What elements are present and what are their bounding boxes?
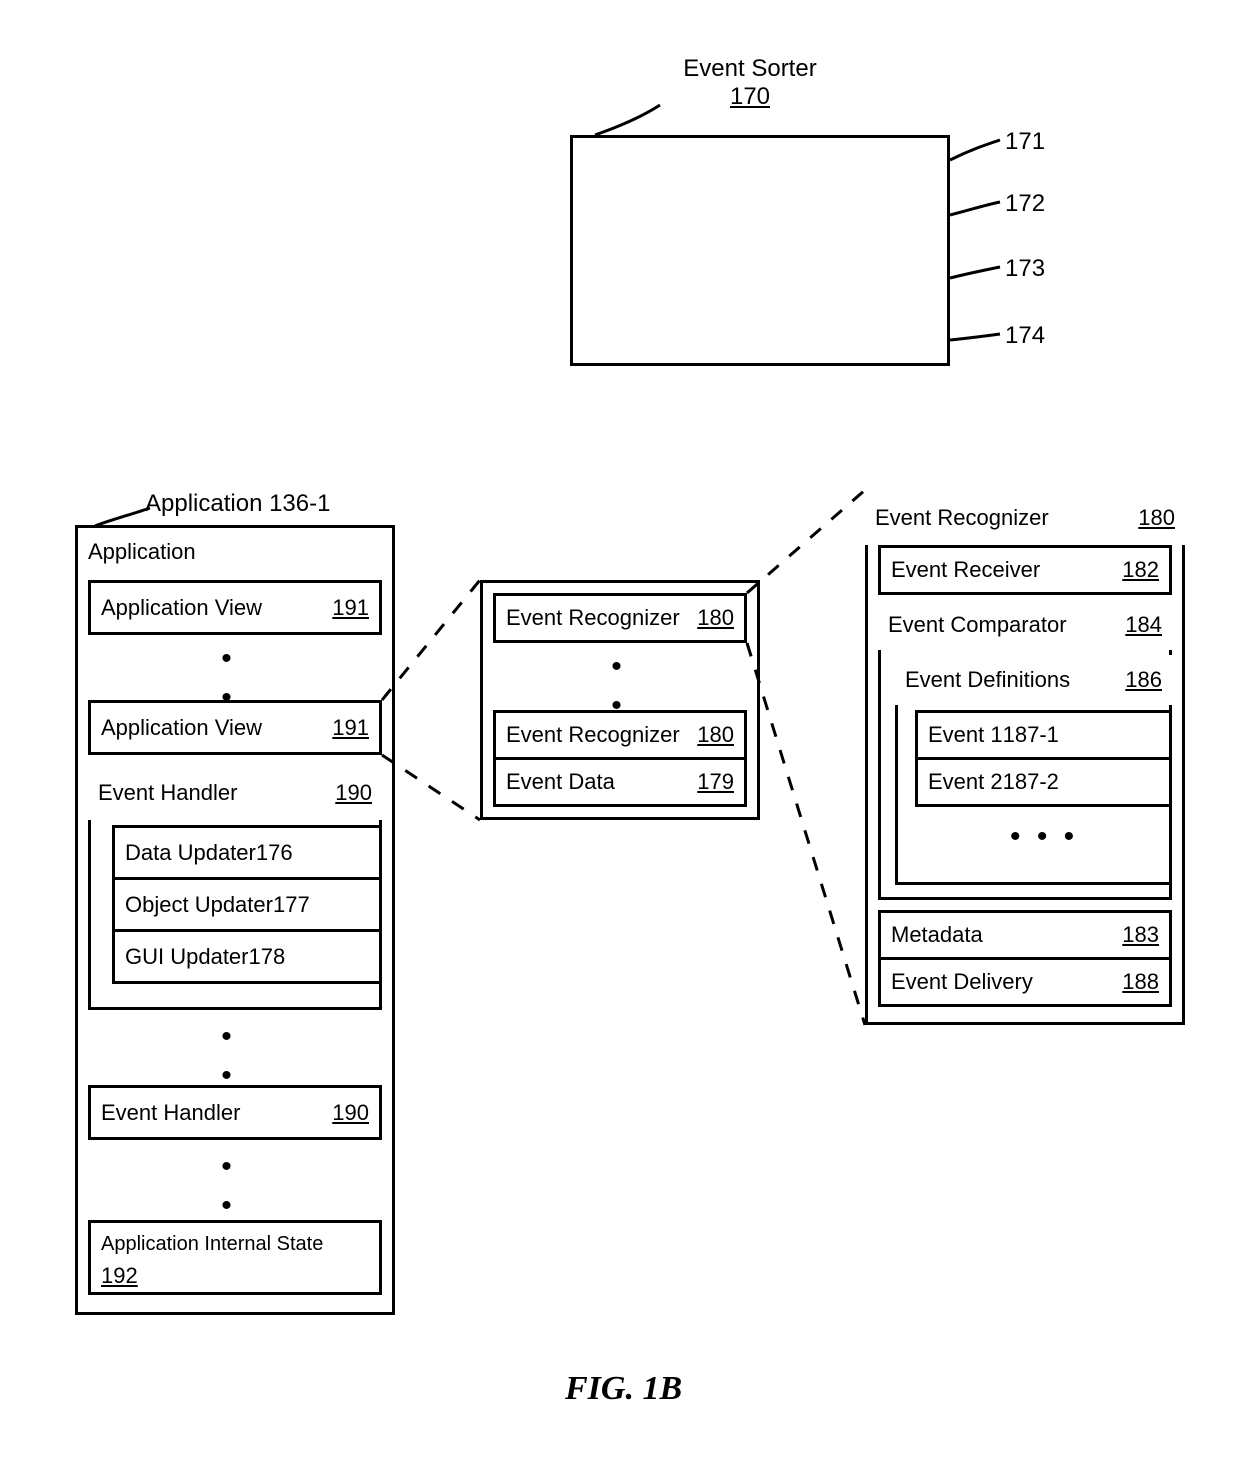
- mid-er2-label: Event Recognizer: [506, 722, 689, 748]
- mid-ed-label: Event Data: [506, 769, 689, 795]
- right-event1: Event 1 187-1: [915, 710, 1172, 760]
- right-ed-ref: 186: [1125, 667, 1162, 693]
- right-event2: Event 2 187-2: [915, 757, 1172, 807]
- event-handler-2: Event Handler 190: [88, 1085, 382, 1140]
- right-event-comparator-header: Event Comparator 184: [878, 600, 1172, 650]
- right-event-delivery-ref: 188: [1122, 969, 1159, 995]
- right-dots: • • •: [1010, 820, 1078, 854]
- right-header-ref: 180: [1138, 505, 1175, 531]
- event-handler-header: Event Handler 190: [88, 765, 382, 820]
- event-sorter-ref: 170: [730, 83, 770, 110]
- event-sorter-title-text: Event Sorter: [683, 55, 816, 82]
- mid-er1-ref: 180: [697, 605, 734, 631]
- app-view-1: Application View 191: [88, 580, 382, 635]
- app-view-2: Application View 191: [88, 700, 382, 755]
- mid-er2-ref: 180: [697, 722, 734, 748]
- application-header: Application: [88, 539, 382, 565]
- gui-updater-row: GUI Updater 178: [112, 929, 382, 984]
- right-er-label: Event Receiver: [891, 557, 1114, 583]
- app-internal-state: Application Internal State 192: [88, 1220, 382, 1295]
- data-updater-row: Data Updater 176: [112, 825, 382, 880]
- right-ec-label: Event Comparator: [888, 612, 1117, 638]
- event-handler-ref: 190: [335, 780, 372, 806]
- data-updater-label: Data Updater: [125, 840, 256, 866]
- right-ed-label: Event Definitions: [905, 667, 1117, 693]
- event-handler-2-ref: 190: [332, 1100, 369, 1126]
- right-ec-ref: 184: [1125, 612, 1162, 638]
- right-header: Event Recognizer 180: [865, 490, 1185, 545]
- event-sorter-outer: [570, 135, 950, 366]
- mid-ed-ref: 179: [697, 769, 734, 795]
- right-er-ref: 182: [1122, 557, 1159, 583]
- application-header-row: Application: [75, 525, 395, 575]
- app-internal-state-ref: 192: [101, 1264, 138, 1288]
- right-metadata: Metadata 183: [878, 910, 1172, 960]
- callout-173: 173: [1005, 255, 1045, 283]
- right-event2-ref: 187-2: [1003, 769, 1059, 795]
- gui-updater-label: GUI Updater: [125, 944, 249, 970]
- right-header-label: Event Recognizer: [875, 505, 1130, 531]
- mid-er1-label: Event Recognizer: [506, 605, 689, 631]
- callout-171: 171: [1005, 128, 1045, 156]
- app-internal-state-label: Application Internal State: [101, 1233, 369, 1255]
- mid-event-data: Event Data 179: [493, 757, 747, 807]
- diagram-canvas: Event Sorter 170 Event Monitor Hit View …: [0, 0, 1240, 1469]
- right-event-definitions-header: Event Definitions 186: [895, 655, 1172, 705]
- gui-updater-ref: 178: [249, 944, 286, 970]
- event-handler-2-label: Event Handler: [101, 1100, 324, 1126]
- figure-label: FIG. 1B: [565, 1370, 682, 1408]
- object-updater-label: Object Updater: [125, 892, 273, 918]
- app-view-1-label: Application View: [101, 595, 324, 621]
- right-event2-label: Event 2: [928, 769, 1003, 795]
- right-event-delivery-label: Event Delivery: [891, 969, 1114, 995]
- data-updater-ref: 176: [256, 840, 293, 866]
- right-metadata-label: Metadata: [891, 922, 1114, 948]
- mid-event-recognizer-2: Event Recognizer 180: [493, 710, 747, 760]
- callout-172: 172: [1005, 190, 1045, 218]
- right-event1-label: Event 1: [928, 722, 1003, 748]
- right-metadata-ref: 183: [1122, 922, 1159, 948]
- callout-174: 174: [1005, 322, 1045, 350]
- app-view-2-label: Application View: [101, 715, 324, 741]
- right-event-receiver: Event Receiver 182: [878, 545, 1172, 595]
- mid-event-recognizer-1: Event Recognizer 180: [493, 593, 747, 643]
- event-sorter-title: Event Sorter 170: [660, 55, 840, 111]
- application-title: Application 136-1: [145, 490, 365, 518]
- event-handler-label: Event Handler: [98, 780, 327, 806]
- right-event1-ref: 187-1: [1003, 722, 1059, 748]
- app-view-2-ref: 191: [332, 715, 369, 741]
- app-view-1-ref: 191: [332, 595, 369, 621]
- object-updater-ref: 177: [273, 892, 310, 918]
- right-event-delivery: Event Delivery 188: [878, 957, 1172, 1007]
- object-updater-row: Object Updater 177: [112, 877, 382, 932]
